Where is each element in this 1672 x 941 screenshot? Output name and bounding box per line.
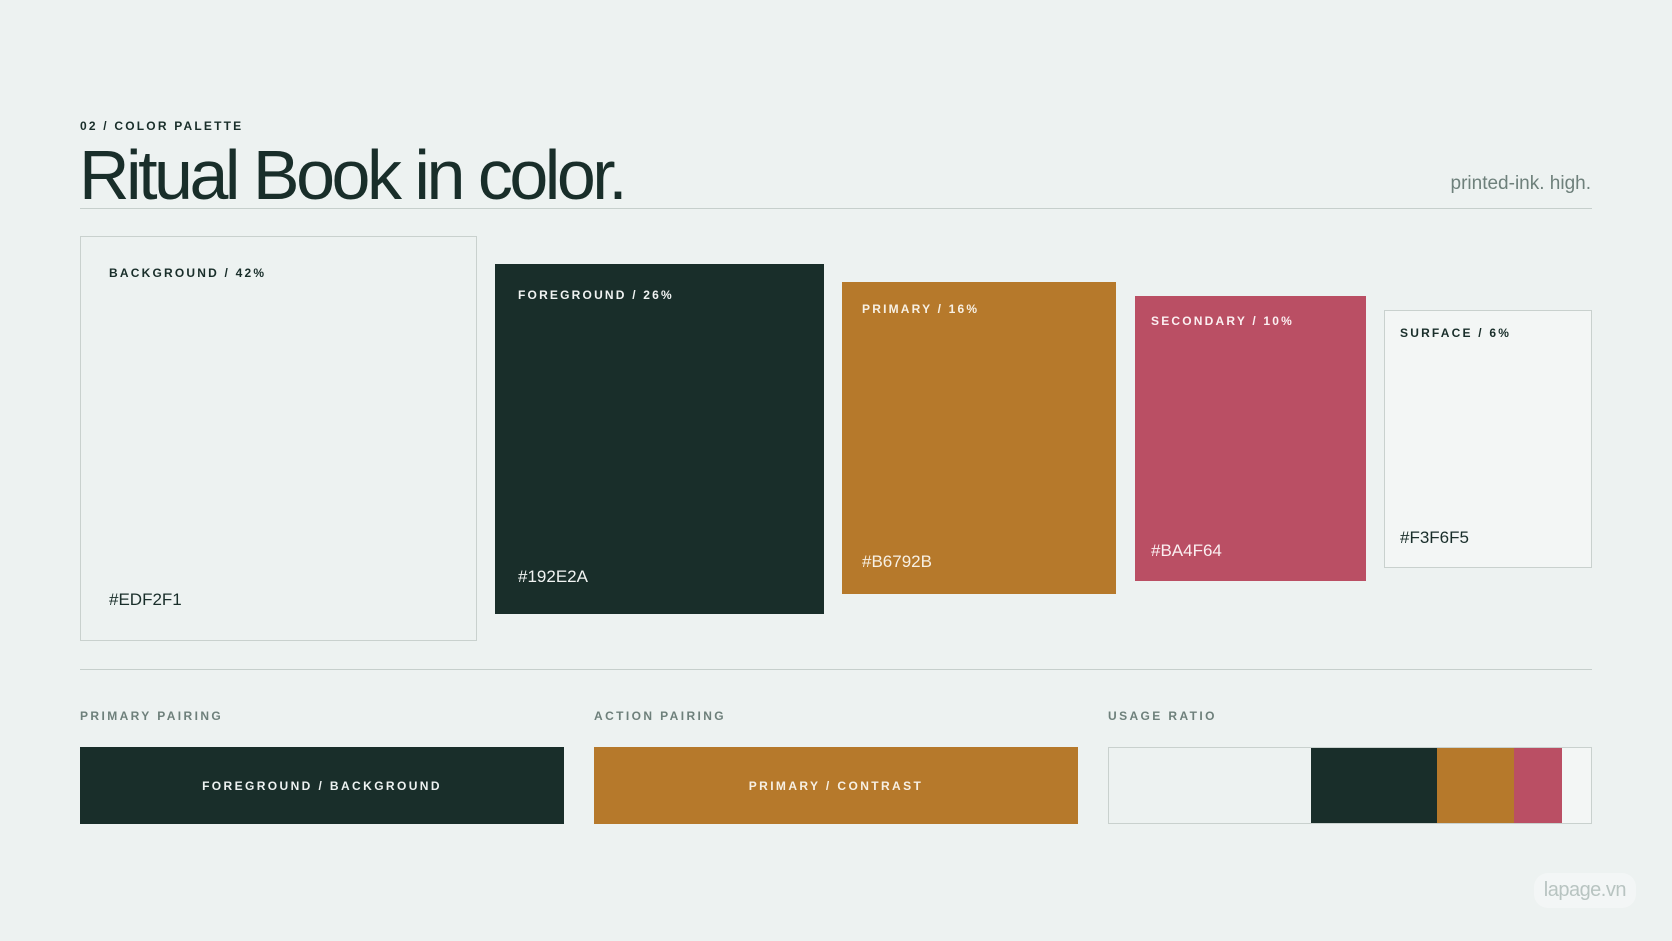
swatch-hex: #192E2A <box>518 567 588 586</box>
swatch-hex: #BA4F64 <box>1151 541 1222 560</box>
ratio-segment <box>1513 748 1563 823</box>
brand-watermark: lapage.vn <box>1533 873 1636 908</box>
swatch-foreground: FOREGROUND / 26% #192E2A <box>495 264 824 614</box>
action-pairing-heading: ACTION PAIRING <box>594 709 727 723</box>
tagline: printed-ink. high. <box>1450 173 1591 194</box>
usage-ratio-bar <box>1108 747 1592 824</box>
action-pairing-sample: PRIMARY / CONTRAST <box>594 747 1078 824</box>
swatch-label: PRIMARY / 16% <box>862 302 980 316</box>
swatch-label: FOREGROUND / 26% <box>518 288 674 302</box>
swatch-hex: #F3F6F5 <box>1400 528 1469 547</box>
primary-pairing-sample: FOREGROUND / BACKGROUND <box>80 747 564 824</box>
swatch-surface: SURFACE / 6% #F3F6F5 <box>1384 310 1592 568</box>
ratio-segment <box>1436 748 1514 823</box>
page-title: Ritual Book in color. <box>79 136 628 214</box>
swatch-hex: #EDF2F1 <box>109 590 182 609</box>
ratio-segment <box>1562 748 1591 823</box>
swatch-background: BACKGROUND / 42% #EDF2F1 <box>80 236 477 641</box>
swatch-label: BACKGROUND / 42% <box>109 266 267 280</box>
swatch-label: SECONDARY / 10% <box>1151 314 1295 328</box>
eyebrow-label: 02 / COLOR PALETTE <box>80 119 244 133</box>
header-divider <box>80 208 1592 209</box>
usage-ratio-heading: USAGE RATIO <box>1108 709 1217 723</box>
ratio-segment <box>1109 748 1312 823</box>
swatch-label: SURFACE / 6% <box>1400 326 1512 340</box>
ratio-segment <box>1311 748 1437 823</box>
primary-pairing-heading: PRIMARY PAIRING <box>80 709 224 723</box>
pairing-label: FOREGROUND / BACKGROUND <box>202 778 442 793</box>
pairing-label: PRIMARY / CONTRAST <box>748 778 924 793</box>
swatch-secondary: SECONDARY / 10% #BA4F64 <box>1135 296 1366 581</box>
swatch-primary: PRIMARY / 16% #B6792B <box>842 282 1116 594</box>
section-divider <box>80 669 1592 670</box>
swatch-hex: #B6792B <box>862 552 932 571</box>
